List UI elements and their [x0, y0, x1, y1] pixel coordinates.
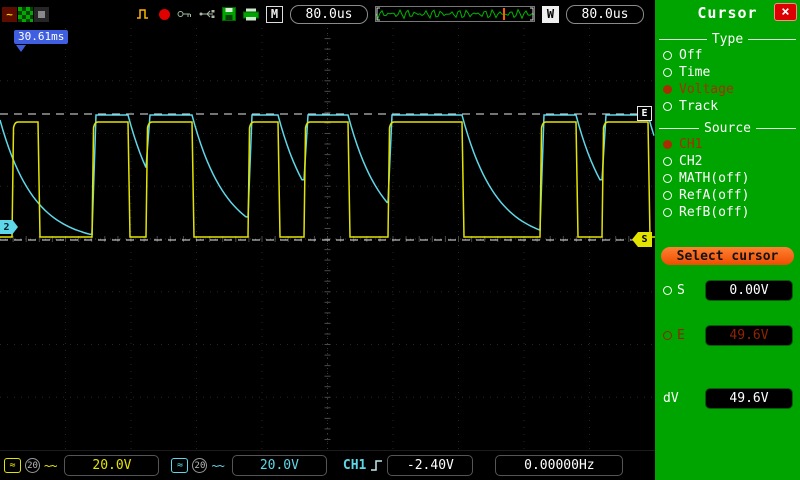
type-section-header: Type [655, 31, 800, 47]
main-timebase-value: 80.0us [290, 4, 368, 24]
logo-tiles: ~ [2, 6, 49, 22]
cursor-e-marker[interactable]: E [637, 106, 652, 121]
scope-display: 30.61ms E S 2 [0, 28, 655, 450]
usb-icon [199, 10, 215, 18]
key-lock-icon[interactable] [177, 9, 192, 19]
radio-icon [663, 157, 672, 166]
checker-icon [18, 6, 33, 22]
type-option-label: Off [679, 48, 703, 63]
status-bar: ≈ 20 ~~ 20.0V ≈ 20 ~~ 20.0V CH1 -2.40V 0… [0, 450, 655, 480]
wave-logo-icon: ~ [2, 6, 17, 22]
source-option-math[interactable]: MATH(off) [655, 170, 800, 187]
type-option-track[interactable]: Track [655, 98, 800, 115]
ch2-coupling-icon: ≈ [171, 458, 189, 473]
ch1-coupling-icon: ≈ [4, 458, 21, 473]
close-icon[interactable]: × [774, 3, 797, 21]
select-cursor-button[interactable]: Select cursor [661, 247, 794, 265]
trigger-level-value: -2.40V [387, 455, 474, 476]
save-icon[interactable] [222, 7, 236, 21]
source-section-header: Source [655, 120, 800, 136]
ch1-bandwidth-badge: 20 [25, 458, 40, 473]
display-mode-icon [34, 6, 49, 22]
waveform-display [0, 28, 655, 450]
frequency-value: 0.00000Hz [495, 455, 624, 476]
radio-icon[interactable] [663, 331, 672, 340]
source-option-refb[interactable]: RefB(off) [655, 204, 800, 221]
cursor-s-readout: S 0.00V [655, 280, 800, 301]
ch2-bandwidth-badge: 20 [192, 458, 208, 473]
source-option-label: RefB(off) [679, 205, 750, 220]
radio-icon [663, 191, 672, 200]
cursor-s-value: 0.00V [705, 280, 793, 301]
trigger-status: CH1 -2.40V [342, 455, 474, 476]
delta-v-readout: dV 49.6V [655, 388, 800, 409]
cursor-e-label: E [677, 328, 685, 343]
type-option-label: Track [679, 99, 719, 114]
delta-v-value: 49.6V [705, 388, 793, 409]
horizontal-offset-badge: 30.61ms [14, 30, 69, 44]
ch1-scale-value: 20.0V [64, 455, 160, 476]
source-option-ch1[interactable]: CH1 [655, 136, 800, 153]
type-option-time[interactable]: Time [655, 64, 800, 81]
trigger-position-arrow-icon [16, 45, 26, 52]
cursor-e-value: 49.6V [705, 325, 793, 346]
radio-icon [663, 51, 672, 60]
ch2-wave-icon: ~~ [211, 458, 224, 473]
radio-icon [663, 102, 672, 111]
cursor-menu-panel: Cursor × Type Off Time Voltage Track Sou… [655, 0, 800, 480]
radio-icon [663, 140, 672, 149]
type-option-label: Voltage [679, 82, 734, 97]
source-option-ch2[interactable]: CH2 [655, 153, 800, 170]
type-option-off[interactable]: Off [655, 47, 800, 64]
oscilloscope-screen: ~ M 80.0us W 80.0us 30.61ms E S 2 Cursor… [0, 0, 800, 480]
record-position-bar [375, 6, 535, 22]
print-icon[interactable] [243, 8, 259, 21]
type-option-label: Time [679, 65, 711, 80]
type-option-voltage[interactable]: Voltage [655, 81, 800, 98]
ch2-scale-value: 20.0V [231, 455, 327, 476]
ch2-status: ≈ 20 ~~ 20.0V [171, 455, 327, 476]
trigger-source-label: CH1 [342, 458, 367, 473]
radio-icon [663, 68, 672, 77]
source-option-label: RefA(off) [679, 188, 750, 203]
radio-icon[interactable] [663, 286, 672, 295]
frequency-counter: 0.00000Hz [495, 455, 624, 476]
cursor-s-label: S [677, 283, 685, 298]
cursor-e-readout: E 49.6V [655, 325, 800, 346]
source-option-label: MATH(off) [679, 171, 750, 186]
rising-edge-icon [371, 460, 383, 471]
main-timebase-badge: M [266, 5, 283, 23]
ch1-wave-icon: ~~ [44, 458, 57, 473]
source-option-label: CH1 [679, 137, 703, 152]
window-timebase-value: 80.0us [566, 4, 644, 24]
delta-v-label: dV [663, 391, 679, 406]
top-toolbar: ~ M 80.0us W 80.0us [0, 0, 655, 28]
radio-icon [663, 208, 672, 217]
ch1-status: ≈ 20 ~~ 20.0V [4, 455, 160, 476]
source-option-refa[interactable]: RefA(off) [655, 187, 800, 204]
radio-icon [663, 85, 672, 94]
radio-icon [663, 174, 672, 183]
source-option-label: CH2 [679, 154, 703, 169]
window-timebase-badge: W [542, 5, 559, 23]
record-icon[interactable] [159, 8, 170, 20]
pulse-icon [137, 9, 148, 19]
